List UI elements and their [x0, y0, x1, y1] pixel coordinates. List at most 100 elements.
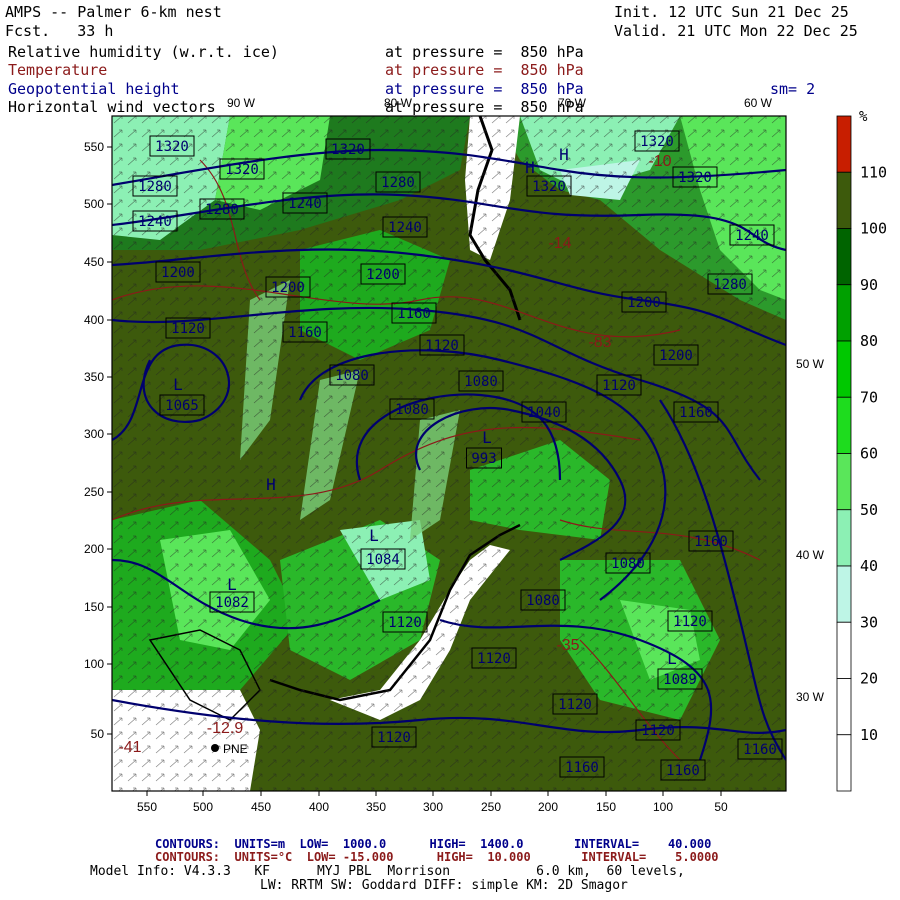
colorbar: % 110 100 90 80 70 60 50 40 30 20 10: [836, 109, 887, 792]
x-tick-label: 250: [481, 800, 501, 814]
height-label: 1040: [527, 405, 561, 421]
height-label: 1320: [678, 170, 712, 186]
longitude-label: 90 W: [227, 96, 256, 110]
height-label: 1200: [366, 267, 400, 283]
y-tick-label: 350: [84, 370, 104, 384]
y-tick-label: 250: [84, 485, 104, 499]
height-label: 1320: [331, 142, 365, 158]
height-label: 1084: [366, 552, 400, 568]
colorbar-label: 40: [860, 557, 878, 575]
x-tick-label: 200: [538, 800, 558, 814]
x-tick-label: 350: [366, 800, 386, 814]
y-axis-ticks: 550 500 450 400 350 300 250 200 150 100 50: [84, 140, 112, 741]
height-label: 1080: [526, 593, 560, 609]
longitude-label: 40 W: [796, 548, 825, 562]
height-label: 1240: [388, 220, 422, 236]
height-label: 1080: [464, 374, 498, 390]
pressure-center-label: H: [525, 158, 535, 177]
y-tick-label: 300: [84, 427, 104, 441]
height-label: 1120: [641, 723, 675, 739]
pressure-center-label: H: [266, 475, 276, 494]
colorbar-segment: [836, 228, 852, 286]
longitude-label: 60 W: [744, 96, 773, 110]
station-label: PNE: [223, 742, 248, 756]
height-label: 1080: [395, 402, 429, 418]
colorbar-segment: [836, 396, 852, 454]
colorbar-segment: [836, 171, 852, 229]
colorbar-label: 70: [860, 388, 878, 406]
height-label: 1120: [673, 614, 707, 630]
height-label: 1120: [171, 321, 205, 337]
footer-model-info: Model Info: V4.3.3 KF MYJ PBL Morrison 6…: [90, 864, 685, 879]
y-tick-label: 150: [84, 600, 104, 614]
height-label: 1320: [532, 179, 566, 195]
height-label: 1120: [377, 730, 411, 746]
height-label: 1160: [288, 325, 322, 341]
longitude-label: 30 W: [796, 690, 825, 704]
colorbar-segment: [836, 734, 852, 792]
height-label: 993: [471, 451, 496, 467]
pressure-center-label: L: [667, 649, 677, 668]
temperature-label: -14: [548, 235, 571, 252]
height-label: 1240: [288, 196, 322, 212]
y-tick-label: 550: [84, 140, 104, 154]
temperature-label: -35: [556, 637, 579, 654]
longitude-label: 80 W: [384, 96, 413, 110]
temperature-label: -12.9: [207, 720, 244, 737]
x-axis-ticks: 550 500 450 400 350 300 250 200 150 100 50: [137, 791, 728, 814]
height-label: 1280: [138, 179, 172, 195]
x-tick-label: 100: [653, 800, 673, 814]
height-label: 1200: [659, 348, 693, 364]
height-label: 1065: [165, 398, 199, 414]
colorbar-label: 80: [860, 332, 878, 350]
x-tick-label: 150: [596, 800, 616, 814]
height-label: 1160: [694, 534, 728, 550]
colorbar-label: 90: [860, 276, 878, 294]
colorbar-label: 30: [860, 613, 878, 631]
colorbar-segment: [836, 678, 852, 736]
footer-temperature-contours: CONTOURS: UNITS=°C LOW= -15.000 HIGH= 10…: [155, 850, 719, 864]
pressure-center-label: L: [482, 428, 492, 447]
footer-physics-info: LW: RRTM SW: Goddard DIFF: simple KM: 2D…: [260, 878, 628, 893]
height-label: 1120: [425, 338, 459, 354]
colorbar-segment: [836, 621, 852, 679]
x-tick-label: 450: [251, 800, 271, 814]
height-label: 1200: [161, 265, 195, 281]
height-label: 1320: [225, 162, 259, 178]
height-label: 1320: [640, 134, 674, 150]
pressure-center-label: L: [173, 375, 183, 394]
height-label: 1120: [388, 615, 422, 631]
colorbar-label: 20: [860, 670, 878, 688]
height-label: 1160: [679, 405, 713, 421]
height-label: 1080: [611, 556, 645, 572]
longitude-label: 50 W: [796, 357, 825, 371]
colorbar-segment: [836, 115, 852, 173]
height-label: 1080: [335, 368, 369, 384]
height-label: 1120: [558, 697, 592, 713]
height-label: 1160: [666, 763, 700, 779]
height-label: 1280: [713, 277, 747, 293]
y-tick-label: 450: [84, 255, 104, 269]
colorbar-segment: [836, 340, 852, 398]
x-tick-label: 50: [714, 800, 728, 814]
colorbar-label: 110: [860, 163, 887, 181]
pressure-center-label: L: [369, 526, 379, 545]
colorbar-label: 60: [860, 445, 878, 463]
colorbar-label: 50: [860, 501, 878, 519]
pressure-center-label: H: [559, 145, 569, 164]
x-tick-label: 500: [193, 800, 213, 814]
colorbar-unit: %: [859, 109, 868, 125]
height-label: 1160: [743, 742, 777, 758]
pressure-center-label: L: [227, 575, 237, 594]
height-label: 1160: [397, 306, 431, 322]
y-tick-label: 500: [84, 197, 104, 211]
y-tick-label: 50: [91, 727, 105, 741]
station-marker: [211, 744, 219, 752]
height-label: 1160: [565, 760, 599, 776]
height-label: 1082: [215, 595, 249, 611]
longitude-label: 70 W: [558, 96, 587, 110]
colorbar-segment: [836, 284, 852, 342]
x-tick-label: 400: [309, 800, 329, 814]
x-tick-label: 550: [137, 800, 157, 814]
colorbar-label: 100: [860, 220, 887, 238]
